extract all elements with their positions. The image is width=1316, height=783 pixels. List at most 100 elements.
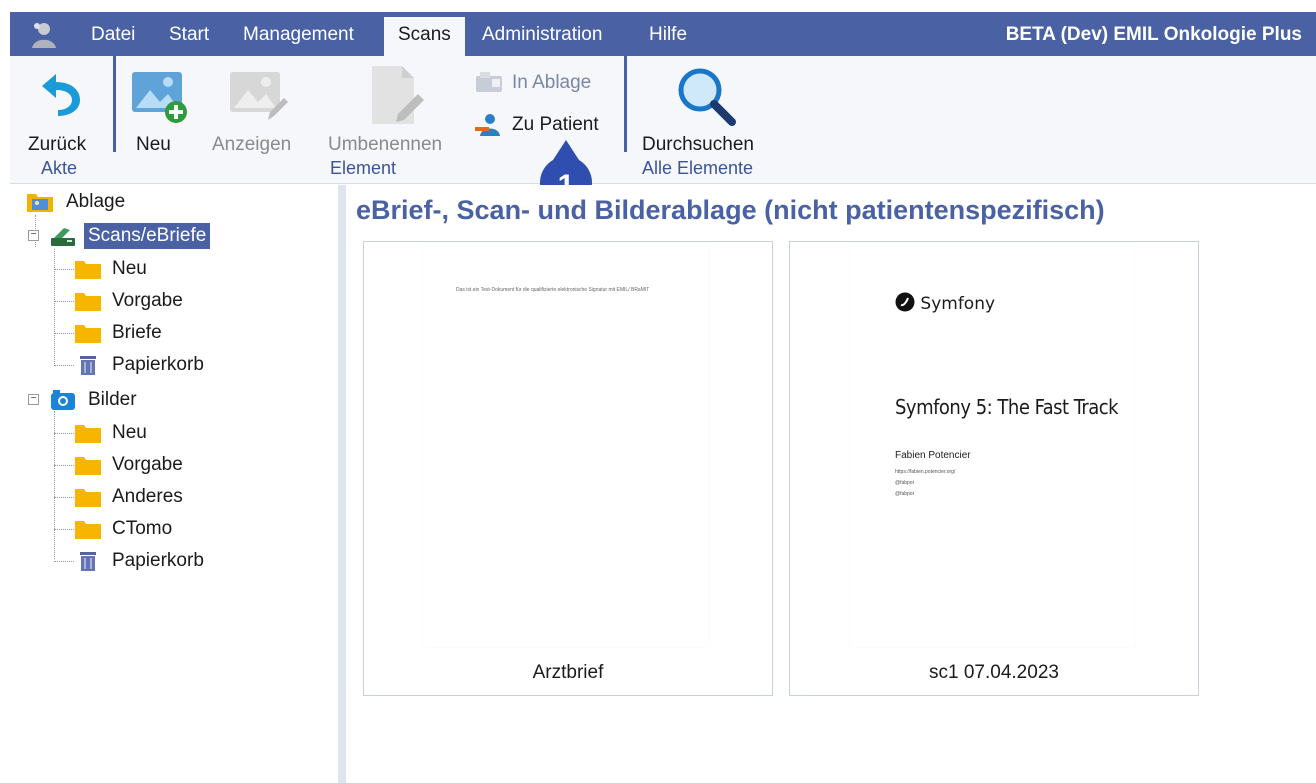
back-button[interactable]: Zurück — [28, 62, 98, 158]
new-button[interactable]: Neu — [130, 62, 190, 158]
tree-guide — [54, 561, 74, 562]
patient-icon — [474, 112, 506, 144]
tree-label: Anderes — [112, 486, 183, 507]
symfony-logo-icon — [895, 292, 915, 312]
group-label-all-elements: Alle Elemente — [642, 158, 754, 178]
folder-icon — [74, 322, 102, 350]
tree-guide — [54, 497, 74, 498]
undo-arrow-icon — [36, 66, 88, 124]
magnifier-icon — [674, 64, 738, 134]
rename-button[interactable]: Umbenennen — [328, 62, 458, 158]
tree-node-bilder[interactable]: Bilder — [50, 385, 250, 415]
menu-datei[interactable]: Datei — [91, 24, 135, 46]
tree-guide — [54, 249, 55, 364]
tree-label: Vorgabe — [112, 290, 183, 311]
tree-label: Neu — [112, 422, 147, 443]
menu-start[interactable]: Start — [169, 24, 209, 46]
tree-node-scans-vorgabe[interactable]: Vorgabe — [74, 286, 274, 316]
scanner-icon — [50, 225, 76, 253]
tree-node-scans-neu[interactable]: Neu — [74, 254, 274, 284]
ribbon: Zurück Akte Neu Anzeigen Umbenennen In A… — [10, 56, 1316, 184]
tree-guide — [54, 301, 74, 302]
book-title: Symfony 5: The Fast Track — [895, 395, 1119, 419]
pane-splitter[interactable] — [338, 185, 346, 783]
tree-node-bilder-anderes[interactable]: Anderes — [74, 482, 274, 512]
tree-label: Briefe — [112, 322, 162, 343]
collapse-toggle[interactable]: − — [28, 230, 39, 241]
symfony-logo: Symfony — [895, 292, 995, 314]
collapse-toggle[interactable]: − — [28, 394, 39, 405]
move-to-storage-label: In Ablage — [512, 72, 592, 93]
menu-hilfe[interactable]: Hilfe — [649, 24, 687, 46]
show-label: Anzeigen — [212, 134, 292, 155]
tree-node-ablage[interactable]: Ablage — [26, 187, 226, 217]
move-to-patient-label: Zu Patient — [512, 114, 599, 135]
tree-guide — [54, 529, 74, 530]
page-title: eBrief-, Scan- und Bilderablage (nicht p… — [356, 195, 1105, 225]
folder-icon — [74, 454, 102, 482]
tree-label: Papierkorb — [112, 354, 204, 375]
ribbon-separator — [624, 56, 627, 152]
folder-icon — [74, 518, 102, 546]
ribbon-separator — [113, 56, 116, 152]
menu-bar: Datei Start Management Scans Administrat… — [10, 12, 1316, 56]
folder-icon — [74, 258, 102, 286]
camera-icon — [50, 389, 76, 417]
rename-label: Umbenennen — [328, 134, 443, 155]
document-caption: sc1 07.04.2023 — [929, 662, 1059, 683]
tree-node-scans-briefe[interactable]: Briefe — [74, 318, 274, 348]
document-card[interactable]: Das ist ein Test-Dokument für die qualif… — [363, 241, 773, 696]
edit-image-icon — [228, 68, 288, 130]
document-thumbnail: Symfony Symfony 5: The Fast Track Fabien… — [850, 247, 1135, 647]
folder-icon — [74, 422, 102, 450]
book-author: Fabien Potencier — [895, 450, 971, 461]
tree-node-scans-papierkorb[interactable]: Papierkorb — [74, 350, 274, 380]
menu-management[interactable]: Management — [243, 24, 354, 46]
document-thumbnail: Das ist ein Test-Dokument für die qualif… — [424, 247, 709, 647]
tree-guide — [54, 433, 74, 434]
tree-node-scans[interactable]: Scans/eBriefe — [50, 221, 250, 251]
show-button[interactable]: Anzeigen — [212, 62, 302, 158]
symfony-logo-text: Symfony — [920, 294, 996, 314]
storage-folder-icon — [26, 191, 54, 219]
tree-label-bilder: Bilder — [88, 389, 137, 410]
tree-label: Neu — [112, 258, 147, 279]
book-handle: @fabpot — [895, 480, 914, 486]
book-handle: @fabpot — [895, 491, 914, 497]
document-card[interactable]: Symfony Symfony 5: The Fast Track Fabien… — [789, 241, 1199, 696]
move-to-patient-button[interactable]: Zu Patient — [474, 112, 614, 142]
tree-node-bilder-neu[interactable]: Neu — [74, 418, 274, 448]
menu-administration[interactable]: Administration — [482, 24, 602, 46]
search-button[interactable]: Durchsuchen — [642, 62, 772, 158]
folder-icon — [74, 290, 102, 318]
tree-label: Papierkorb — [112, 550, 204, 571]
book-link: https://fabien.potencier.org/ — [895, 469, 956, 475]
tree-label-ablage: Ablage — [66, 191, 126, 212]
document-caption: Arztbrief — [532, 662, 604, 683]
document-text: Das ist ein Test-Dokument für die qualif… — [456, 287, 650, 293]
tree-node-bilder-vorgabe[interactable]: Vorgabe — [74, 450, 274, 480]
tree-guide — [54, 333, 74, 334]
storage-icon — [474, 70, 506, 102]
tree-label: Vorgabe — [112, 454, 183, 475]
app-logo-icon[interactable] — [28, 20, 60, 50]
tree-node-bilder-ctomo[interactable]: CTomo — [74, 514, 274, 544]
back-label: Zurück — [28, 134, 87, 155]
rename-document-icon — [368, 64, 428, 132]
add-image-icon — [130, 68, 190, 130]
folder-tree: Ablage − Scans/eBriefe Neu Vorgabe Brief… — [10, 185, 338, 783]
document-gallery: eBrief-, Scan- und Bilderablage (nicht p… — [346, 185, 1316, 783]
tree-guide — [54, 365, 74, 366]
group-label-akte: Akte — [41, 158, 78, 178]
folder-icon — [74, 486, 102, 514]
tree-guide — [54, 465, 74, 466]
new-label: Neu — [136, 134, 171, 155]
menu-scans[interactable]: Scans — [384, 17, 465, 56]
move-to-storage-button[interactable]: In Ablage — [474, 70, 614, 100]
group-label-element: Element — [330, 158, 397, 178]
tree-node-bilder-papierkorb[interactable]: Papierkorb — [74, 546, 274, 576]
tree-guide — [54, 269, 74, 270]
search-label: Durchsuchen — [642, 134, 754, 155]
trash-icon — [78, 354, 98, 382]
tree-label-scans: Scans/eBriefe — [84, 223, 211, 249]
